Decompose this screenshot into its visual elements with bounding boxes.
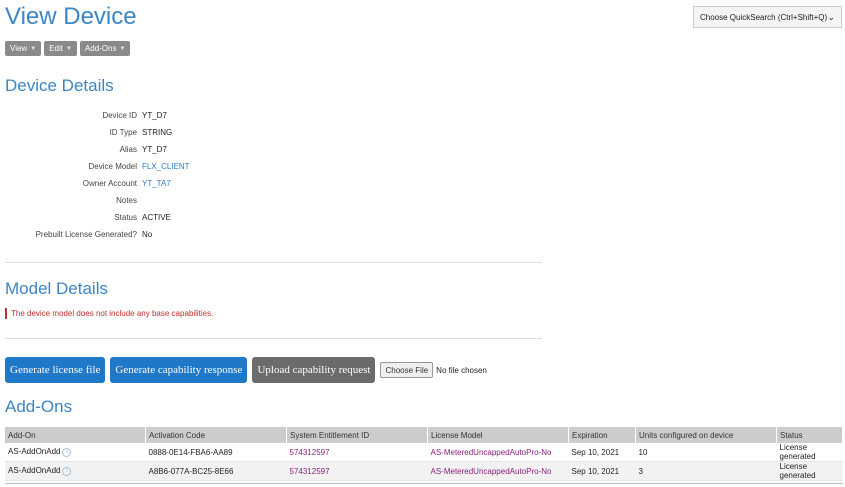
column-header: System Entitlement ID [286,427,428,443]
column-header: Units configured on device [635,427,777,443]
table-row: AS-AddOnAdd i A8B6-077A-BC25-8E66 5743125… [5,461,843,481]
table-row: AS-AddOnAdd i 0888-0E14-FBA6-AA89 5743125… [5,443,843,462]
caret-down-icon: ▼ [119,45,126,52]
activation-code-cell: A8B6-077A-BC25-8E66 [145,461,287,481]
column-header: Expiration [568,427,636,443]
device-details-list: Device ID YT_D7 ID Type STRING Alias YT_… [0,107,300,243]
detail-row-prebuilt-license: Prebuilt License Generated? No [0,226,300,243]
edit-menu-button[interactable]: Edit ▼ [44,41,77,56]
expiration-cell: Sep 10, 2021 [568,461,636,481]
detail-label: Device ID [102,111,137,120]
device-model-link[interactable]: FLX_CLIENT [142,162,190,171]
error-message: The device model does not include any ba… [5,308,213,319]
view-menu-label: View [10,44,28,53]
detail-row-id-type: ID Type STRING [0,124,300,141]
generate-license-button[interactable]: Generate license file [5,357,106,383]
quicksearch-select[interactable]: Choose QuickSearch (Ctrl+Shift+Q) ⌄ [693,6,842,28]
caret-down-icon: ▼ [30,45,37,52]
detail-label: ID Type [109,128,137,137]
addon-name: AS-AddOnAdd [8,466,61,476]
detail-label: Prebuilt License Generated? [35,230,137,239]
status-cell: License generated [776,443,843,462]
choose-file-button[interactable]: Choose File [380,362,434,378]
detail-label: Notes [116,196,137,205]
detail-value: YT_D7 [142,145,167,154]
column-header: Activation Code [145,427,287,443]
detail-row-device-model: Device Model FLX_CLIENT [0,158,300,175]
view-menu-button[interactable]: View ▼ [5,41,42,56]
column-header: License Model [427,427,569,443]
activation-code-cell: 0888-0E14-FBA6-AA89 [145,443,287,462]
expiration-cell: Sep 10, 2021 [568,443,636,462]
detail-row-notes: Notes [0,192,300,209]
detail-row-alias: Alias YT_D7 [0,141,300,158]
addon-cell: AS-AddOnAdd i [5,443,146,462]
caret-down-icon: ▼ [65,45,72,52]
status-cell: License generated [776,461,843,481]
units-cell: 3 [635,461,777,481]
addons-table: Add-On Activation Code System Entitlemen… [5,427,843,481]
section-divider [5,262,542,263]
info-icon[interactable]: i [62,447,72,457]
detail-row-device-id: Device ID YT_D7 [0,107,300,124]
detail-row-status: Status ACTIVE [0,209,300,226]
column-header: Add-On [5,427,146,443]
quicksearch-value: Choose QuickSearch (Ctrl+Shift+Q) [700,12,828,22]
detail-label: Status [114,213,137,222]
detail-label: Alias [119,145,137,154]
section-divider [5,338,542,339]
device-details-title: Device Details [5,76,114,95]
generate-capability-button[interactable]: Generate capability response [110,357,248,383]
edit-menu-label: Edit [49,44,63,53]
column-header: Status [776,427,843,443]
model-details-title: Model Details [5,279,108,298]
detail-value: ACTIVE [142,213,171,222]
detail-row-owner-account: Owner Account YT_TA7 [0,175,300,192]
detail-value: YT_D7 [142,111,167,120]
action-bar: Generate license file Generate capabilit… [5,357,487,383]
upload-capability-button[interactable]: Upload capability request [252,357,376,383]
owner-account-link[interactable]: YT_TA7 [142,179,171,188]
chevron-down-icon: ⌄ [827,11,835,22]
table-bottom-border [5,483,843,484]
addons-menu-label: Add-Ons [84,44,117,53]
entitlement-id-link[interactable]: 574312597 [286,443,428,462]
info-icon[interactable]: i [62,466,72,476]
addons-title: Add-Ons [5,397,73,416]
detail-label: Device Model [88,162,137,171]
detail-label: Owner Account [82,179,137,188]
license-model-link[interactable]: AS-MeteredUncappedAutoPro-No [427,461,569,481]
table-header-row: Add-On Activation Code System Entitlemen… [5,427,843,443]
page-title: View Device [5,3,137,30]
addon-cell: AS-AddOnAdd i [5,461,146,481]
units-cell: 10 [635,443,777,462]
detail-value: No [142,230,153,239]
addon-name: AS-AddOnAdd [8,447,61,457]
addons-menu-button[interactable]: Add-Ons ▼ [79,41,131,56]
detail-value: STRING [142,128,173,137]
entitlement-id-link[interactable]: 574312597 [286,461,428,481]
file-status: No file chosen [436,365,487,375]
menu-bar: View ▼ Edit ▼ Add-Ons ▼ [5,41,131,56]
license-model-link[interactable]: AS-MeteredUncappedAutoPro-No [427,443,569,462]
